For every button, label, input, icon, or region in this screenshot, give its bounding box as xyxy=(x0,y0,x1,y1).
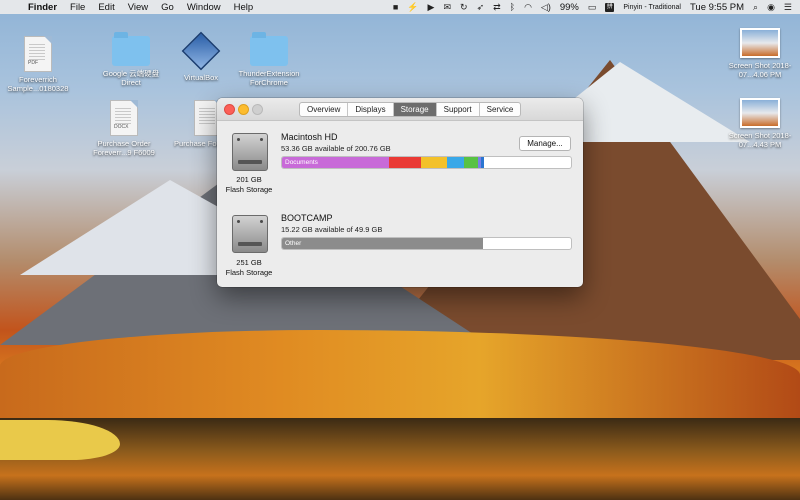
about-this-mac-window: Overview Displays Storage Support Servic… xyxy=(217,98,583,287)
storage-segment[interactable] xyxy=(420,157,447,168)
wifi-icon[interactable]: ◠ xyxy=(524,2,532,13)
disk-name: BOOTCAMP xyxy=(281,213,333,223)
menu-help[interactable]: Help xyxy=(234,2,254,13)
virtualbox-icon xyxy=(181,31,221,71)
disk-available: 15.22 GB available of 49.9 GB xyxy=(281,225,383,234)
siri-icon[interactable]: ◉ xyxy=(767,2,775,13)
menu-edit[interactable]: Edit xyxy=(98,2,114,13)
bluetooth-icon[interactable]: ᛒ xyxy=(510,2,515,12)
folder-icon xyxy=(112,32,150,66)
storage-segment[interactable] xyxy=(446,157,465,168)
desktop-icon-virtualbox[interactable]: VirtualBox xyxy=(163,31,239,82)
chat-icon[interactable]: ✉ xyxy=(443,2,451,13)
tab-support[interactable]: Support xyxy=(437,103,480,116)
storage-segment[interactable]: Documents xyxy=(282,157,389,168)
desktop-icon-screenshot-1[interactable]: Screen Shot 2018-07...4.06 PM xyxy=(722,28,798,79)
tab-storage[interactable]: Storage xyxy=(393,103,437,116)
disk-capacity: 251 GB Flash Storage xyxy=(225,258,273,277)
screenshot-thumbnail-icon xyxy=(740,98,780,128)
storage-segment[interactable] xyxy=(481,157,485,168)
menu-go[interactable]: Go xyxy=(161,2,174,13)
status-area: ■ ⚡ ▶ ✉ ↻ ➶ ⇄ ᛒ ◠ ◁) 99% ▭ 拼 Pinyin - Tr… xyxy=(393,2,800,13)
screenshot-thumbnail-icon xyxy=(740,28,780,58)
desktop-icon-label: Google 云端硬盘 Direct xyxy=(102,69,160,87)
tab-displays[interactable]: Displays xyxy=(348,103,394,116)
menu-app-name[interactable]: Finder xyxy=(28,2,57,13)
battery-percent[interactable]: 99% xyxy=(560,2,579,13)
desktop-icon-foreverrich-sample[interactable]: PDF Foreverrich Sample...0180328 xyxy=(0,36,76,93)
bird-icon[interactable]: ➶ xyxy=(477,2,485,13)
desktop-icon-label: VirtualBox xyxy=(183,73,219,82)
storage-bar[interactable]: Other xyxy=(281,237,572,250)
storage-segment[interactable] xyxy=(388,157,421,168)
search-icon[interactable]: ⌕ xyxy=(753,2,758,13)
input-source-label[interactable]: Pinyin - Traditional xyxy=(623,4,681,11)
camera-icon[interactable]: ▶ xyxy=(428,2,435,13)
close-button[interactable] xyxy=(224,104,235,115)
hard-drive-icon xyxy=(232,215,268,253)
background-lake xyxy=(0,418,800,500)
disk-available: 53.36 GB available of 200.76 GB xyxy=(281,144,391,153)
docx-document-icon: DOCX xyxy=(110,100,138,136)
desktop-icon-thunderextension[interactable]: ThunderExtension ForChrome xyxy=(231,32,307,87)
disk-name: Macintosh HD xyxy=(281,132,338,142)
desktop-icon-screenshot-2[interactable]: Screen Shot 2018-07...4.43 PM xyxy=(722,98,798,149)
desktop-icon-label: Foreverrich Sample...0180328 xyxy=(7,75,69,93)
storage-bar[interactable]: Documents xyxy=(281,156,572,169)
sync-icon[interactable]: ↻ xyxy=(460,2,468,13)
disk-macintosh-hd: 201 GB Flash Storage Macintosh HD 53.36 … xyxy=(217,121,583,206)
desktop-icon-label: Screen Shot 2018-07...4.43 PM xyxy=(728,131,792,149)
window-titlebar[interactable]: Overview Displays Storage Support Servic… xyxy=(217,98,583,121)
folder-icon xyxy=(250,32,288,66)
volume-icon[interactable]: ◁) xyxy=(541,2,551,13)
minimize-button[interactable] xyxy=(238,104,249,115)
desktop-icon-purchase-order[interactable]: DOCX Purchase Order Foreverr...9 F6009 xyxy=(86,100,162,157)
bolt-icon[interactable]: ⚡ xyxy=(407,2,418,13)
disk-bootcamp: 251 GB Flash Storage BOOTCAMP 15.22 GB a… xyxy=(217,204,583,284)
desktop-icon-label: ThunderExtension ForChrome xyxy=(238,69,300,87)
tab-bar: Overview Displays Storage Support Servic… xyxy=(299,102,522,117)
tab-service[interactable]: Service xyxy=(480,103,521,116)
hard-drive-icon xyxy=(232,133,268,171)
notification-center-icon[interactable]: ☰ xyxy=(784,2,792,13)
input-source-icon[interactable]: 拼 xyxy=(605,2,615,12)
battery-icon[interactable]: ▭ xyxy=(588,2,597,13)
menu-bar: Finder File Edit View Go Window Help ■ ⚡… xyxy=(0,0,800,14)
arrows-icon[interactable]: ⇄ xyxy=(493,2,501,13)
tab-overview[interactable]: Overview xyxy=(300,103,349,116)
storage-segment[interactable]: Other xyxy=(282,238,483,249)
menu-window[interactable]: Window xyxy=(187,2,221,13)
menu-view[interactable]: View xyxy=(128,2,148,13)
storage-segment[interactable] xyxy=(464,157,479,168)
menu-file[interactable]: File xyxy=(70,2,85,13)
manage-button[interactable]: Manage... xyxy=(519,136,571,151)
evernote-icon[interactable]: ■ xyxy=(393,2,398,12)
pdf-document-icon: PDF xyxy=(24,36,52,72)
disk-capacity: 201 GB Flash Storage xyxy=(225,175,273,194)
desktop-icon-label: Screen Shot 2018-07...4.06 PM xyxy=(728,61,792,79)
zoom-button[interactable] xyxy=(252,104,263,115)
clock[interactable]: Tue 9:55 PM xyxy=(690,2,744,13)
desktop-icon-label: Purchase Order Foreverr...9 F6009 xyxy=(93,139,155,157)
desktop-icon-google-drive[interactable]: Google 云端硬盘 Direct xyxy=(93,32,169,87)
